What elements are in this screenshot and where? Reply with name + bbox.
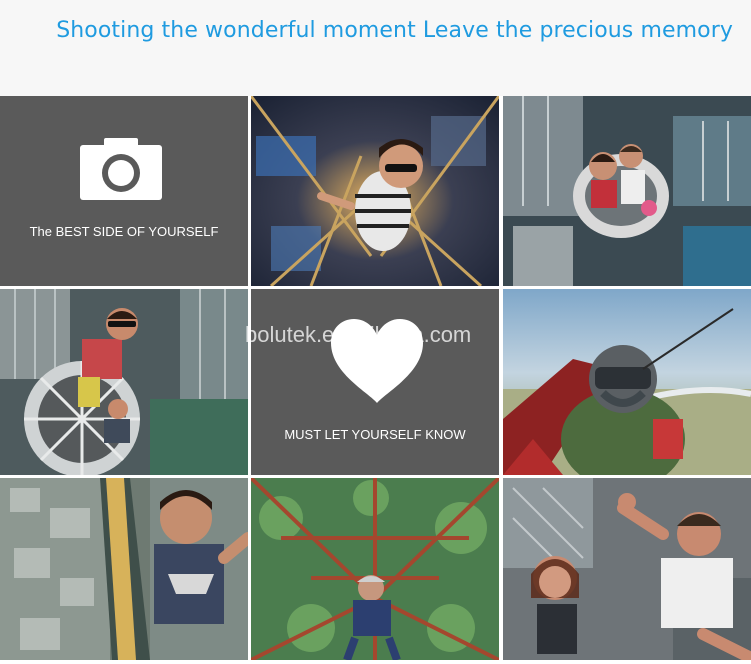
headline: Shooting the wonderful moment Leave the … [56,18,733,43]
photo-couple-thumbs-up [503,478,751,660]
photo-tower-climb [251,478,499,660]
tile-best-side: The BEST SIDE OF YOURSELF [0,96,248,286]
photo-tower-selfie [251,96,499,286]
photo-fighter-pilot [503,289,751,475]
photo-skyscraper-ledge [0,289,248,475]
watermark: bolutek.en.alibaba.com [245,322,472,347]
know-caption: MUST LET YOURSELF KNOW [284,427,466,442]
camera-icon [80,138,162,200]
photo-city-skyline [0,478,248,660]
photo-rooftop-pair [503,96,751,286]
header-band: Shooting the wonderful moment Leave the … [0,0,751,96]
photo-grid: The BEST SIDE OF YOURSELF MUST LET YOURS… [0,96,751,664]
tile-know: MUST LET YOURSELF KNOW [251,289,499,475]
best-side-caption: The BEST SIDE OF YOURSELF [29,224,219,239]
